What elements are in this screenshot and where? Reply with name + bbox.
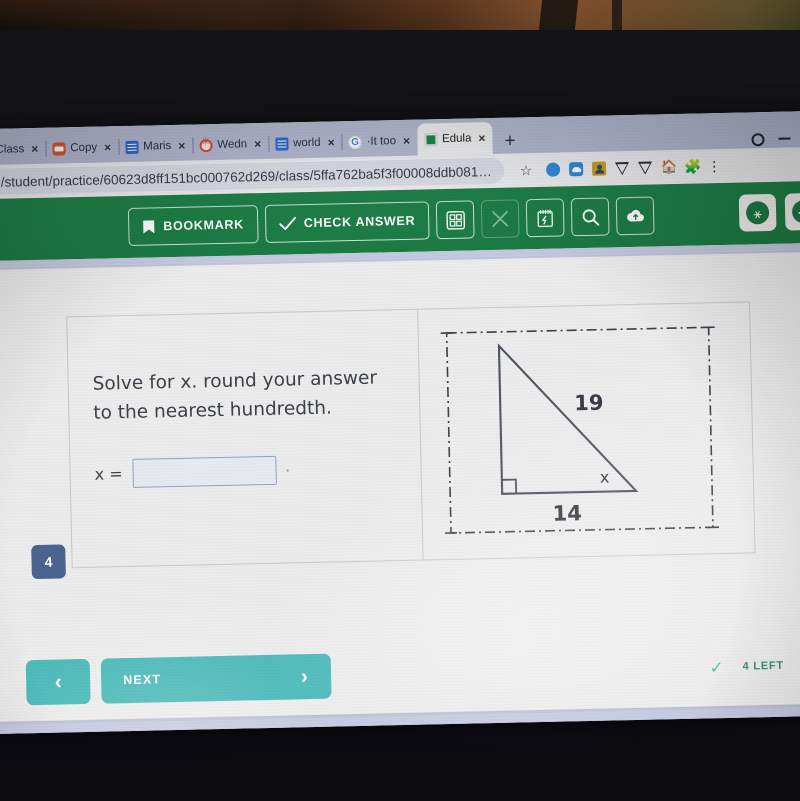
close-icon[interactable]: × bbox=[31, 142, 38, 156]
tab-label: Maris bbox=[143, 139, 172, 153]
extension-icons: 🏠 🧩 ⋮ bbox=[546, 158, 721, 177]
notes-button[interactable] bbox=[525, 198, 565, 238]
close-icon[interactable]: × bbox=[403, 134, 410, 148]
blue-doc-icon bbox=[275, 136, 289, 151]
chevron-right-icon: › bbox=[300, 664, 310, 688]
triangle-figure: 19 14 x bbox=[440, 326, 719, 534]
tab-label: Class bbox=[0, 143, 25, 156]
question-left-pane: Solve for x. round your answer to the ne… bbox=[67, 310, 422, 568]
close-icon[interactable]: × bbox=[178, 139, 185, 153]
next-label: NEXT bbox=[123, 672, 162, 688]
bookmark-star-icon[interactable]: ☆ bbox=[520, 162, 533, 179]
accessibility-button[interactable]: ⚹ bbox=[738, 193, 777, 232]
upload-button[interactable] bbox=[615, 196, 655, 236]
checkmark-icon bbox=[278, 216, 296, 231]
minimize-button[interactable] bbox=[778, 137, 791, 140]
browser-tab-maris[interactable]: Maris × bbox=[118, 131, 193, 163]
progress-status: ✓ 4 LEFT bbox=[709, 657, 800, 677]
decorative-dot bbox=[286, 469, 289, 472]
close-icon[interactable]: × bbox=[327, 135, 334, 149]
window-controls: × bbox=[751, 131, 800, 147]
status-text: 4 LEFT bbox=[742, 659, 785, 673]
shield-icon[interactable] bbox=[638, 161, 652, 174]
close-icon bbox=[492, 210, 509, 227]
green-sheet-icon bbox=[423, 132, 438, 146]
browser-window: Class × Copy × Maris × Wedn × world bbox=[0, 110, 800, 735]
question-container: Solve for x. round your answer to the ne… bbox=[66, 301, 756, 569]
triangle-shape bbox=[497, 343, 639, 495]
tab-label: world bbox=[293, 136, 321, 150]
question-prompt: Solve for x. round your answer to the ne… bbox=[92, 367, 378, 424]
puzzle-icon[interactable]: 🧩 bbox=[684, 158, 702, 174]
cloud-upload-icon bbox=[626, 209, 644, 222]
search-button[interactable] bbox=[570, 197, 610, 237]
google-icon bbox=[348, 135, 362, 149]
next-question-button[interactable]: NEXT › bbox=[100, 653, 332, 704]
close-icon[interactable]: × bbox=[104, 140, 111, 154]
angle-label: x bbox=[600, 468, 610, 487]
browser-tab-edulastic[interactable]: Edula × bbox=[416, 121, 493, 156]
question-card: Solve for x. round your answer to the ne… bbox=[0, 251, 800, 723]
calculator-icon bbox=[445, 210, 465, 230]
answer-input[interactable] bbox=[132, 456, 277, 489]
browser-tab-world[interactable]: world × bbox=[268, 127, 342, 159]
check-answer-button[interactable]: CHECK ANSWER bbox=[264, 201, 430, 243]
tab-label: Copy bbox=[70, 141, 98, 155]
accessibility-icon: ⚹ bbox=[745, 200, 770, 225]
bottom-navigation: ‹ NEXT › ✓ 4 LEFT bbox=[0, 626, 800, 722]
blue-circle-icon[interactable] bbox=[546, 162, 561, 177]
hypotenuse-label: 19 bbox=[574, 391, 604, 416]
close-icon[interactable]: × bbox=[478, 131, 485, 145]
checkmark-icon: ✓ bbox=[709, 657, 725, 677]
previous-question-button[interactable]: ‹ bbox=[25, 658, 91, 705]
calculator-button[interactable] bbox=[435, 200, 475, 240]
answer-label: x = bbox=[94, 464, 123, 485]
orange-doc-icon bbox=[52, 141, 66, 156]
new-tab-button[interactable]: + bbox=[492, 130, 526, 154]
question-number-badge[interactable]: 4 bbox=[31, 544, 66, 580]
base-label: 14 bbox=[552, 501, 582, 526]
page-body: Solve for x. round your answer to the ne… bbox=[0, 242, 800, 735]
bookmark-button[interactable]: BOOKMARK bbox=[127, 205, 259, 246]
red-asterisk-icon bbox=[199, 138, 213, 152]
bookmark-label: BOOKMARK bbox=[163, 217, 245, 234]
browser-tab-wedn[interactable]: Wedn × bbox=[192, 129, 268, 161]
check-answer-label: CHECK ANSWER bbox=[303, 213, 416, 231]
app-header-actions: ⚹ ➔ bbox=[738, 192, 800, 232]
shield-icon[interactable] bbox=[615, 162, 629, 175]
blue-doc-icon bbox=[125, 140, 139, 154]
browser-tab-it-too[interactable]: ·It too × bbox=[341, 126, 417, 158]
url-text: com/student/practice/60623d8ff151bc00076… bbox=[0, 163, 492, 190]
app-toolbar: BOOKMARK CHECK ANSWER bbox=[127, 196, 655, 246]
yellow-person-icon[interactable] bbox=[592, 161, 607, 176]
browser-tab-copy[interactable]: Copy × bbox=[45, 132, 119, 164]
tab-label: Edula bbox=[441, 132, 472, 146]
browser-menu-icon[interactable]: ⋮ bbox=[707, 158, 721, 174]
notepad-icon bbox=[537, 209, 553, 227]
laptop-screen-photo: Class × Copy × Maris × Wedn × world bbox=[0, 0, 800, 801]
house-icon[interactable]: 🏠 bbox=[661, 159, 678, 174]
reset-button[interactable]: ➔ bbox=[784, 192, 800, 231]
magnifier-icon bbox=[582, 208, 599, 226]
answer-row: x = bbox=[94, 453, 399, 489]
chevron-left-icon: ‹ bbox=[54, 670, 62, 694]
browser-tab-class[interactable]: Class × bbox=[0, 134, 46, 166]
tab-label: Wedn bbox=[217, 138, 248, 151]
right-angle-marker bbox=[500, 478, 518, 495]
close-tool-button[interactable] bbox=[480, 199, 520, 239]
bookmark-icon bbox=[143, 219, 155, 234]
question-right-pane: 19 14 x bbox=[417, 302, 755, 560]
reset-arrow-icon: ➔ bbox=[791, 199, 800, 224]
tab-label: ·It too bbox=[366, 135, 397, 148]
profile-icon[interactable] bbox=[751, 132, 765, 146]
blue-cloud-icon[interactable] bbox=[569, 162, 584, 177]
close-icon[interactable]: × bbox=[254, 137, 261, 151]
